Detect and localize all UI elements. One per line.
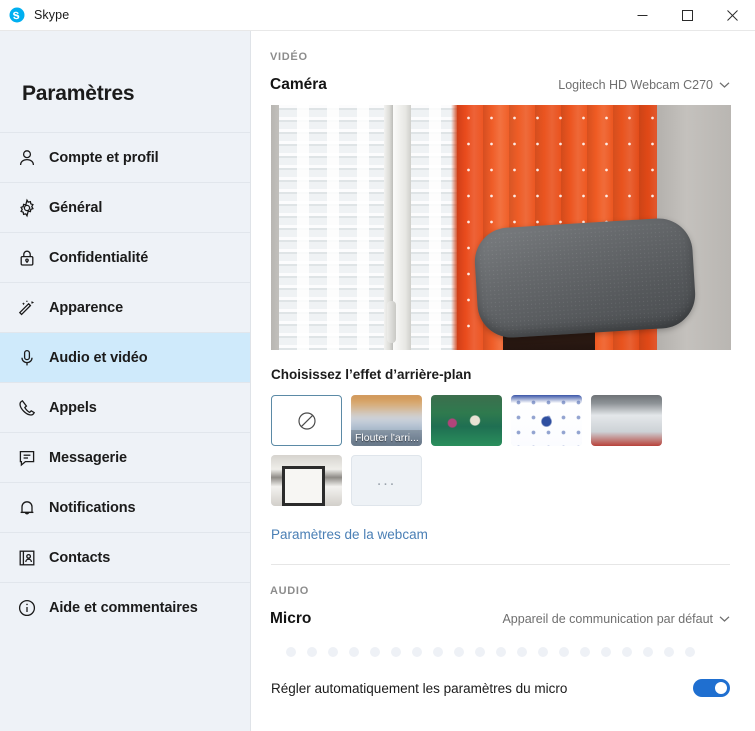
background-option-caption: Flouter l'arri... bbox=[351, 430, 422, 446]
sidebar-item-account[interactable]: Compte et profil bbox=[0, 132, 250, 182]
sidebar-item-calls[interactable]: Appels bbox=[0, 382, 250, 432]
background-option-none[interactable] bbox=[271, 395, 342, 446]
ellipsis-icon: ... bbox=[376, 471, 397, 489]
sidebar-item-label: Appels bbox=[49, 399, 97, 416]
background-image-preview bbox=[431, 395, 502, 446]
sidebar-list: Compte et profil Général Confidentialité bbox=[0, 132, 250, 632]
lock-icon bbox=[14, 245, 40, 271]
sidebar-item-label: Confidentialité bbox=[49, 249, 149, 266]
magic-wand-icon bbox=[14, 295, 40, 321]
gear-icon bbox=[14, 195, 40, 221]
mic-level-dot bbox=[454, 647, 464, 657]
mic-row: Micro Appareil de communication par défa… bbox=[252, 597, 755, 628]
mic-level-dot bbox=[622, 647, 632, 657]
phone-icon bbox=[14, 395, 40, 421]
bell-icon bbox=[14, 495, 40, 521]
mic-level-dot bbox=[664, 647, 674, 657]
mic-select[interactable]: Appareil de communication par défaut bbox=[502, 612, 730, 626]
sidebar-item-privacy[interactable]: Confidentialité bbox=[0, 232, 250, 282]
background-image-preview bbox=[271, 455, 342, 506]
camera-preview bbox=[271, 105, 731, 350]
sidebar-item-audio-video[interactable]: Audio et vidéo bbox=[0, 332, 250, 382]
background-option-blur[interactable]: Flouter l'arri... bbox=[351, 395, 422, 446]
auto-adjust-toggle[interactable] bbox=[693, 679, 730, 697]
sidebar-item-label: Notifications bbox=[49, 499, 136, 516]
mic-level-dot bbox=[538, 647, 548, 657]
auto-adjust-row: Régler automatiquement les paramètres du… bbox=[252, 657, 755, 697]
preview-window-blind-left bbox=[279, 105, 384, 350]
mic-level-dot bbox=[370, 647, 380, 657]
mic-level-dot bbox=[580, 647, 590, 657]
mic-level-dot bbox=[496, 647, 506, 657]
no-effect-icon bbox=[297, 411, 316, 430]
page-title: Paramètres bbox=[22, 82, 135, 105]
chevron-down-icon bbox=[719, 616, 730, 622]
background-image-preview bbox=[591, 395, 662, 446]
toggle-knob bbox=[715, 682, 727, 694]
background-option-image-2[interactable] bbox=[511, 395, 582, 446]
auto-adjust-label: Régler automatiquement les paramètres du… bbox=[271, 680, 568, 696]
background-option-image-3[interactable] bbox=[591, 395, 662, 446]
background-option-image-1[interactable] bbox=[431, 395, 502, 446]
address-book-icon bbox=[14, 545, 40, 571]
sidebar-item-label: Contacts bbox=[49, 549, 111, 566]
sidebar-item-notifications[interactable]: Notifications bbox=[0, 482, 250, 532]
video-section-heading: VIDÉO bbox=[270, 51, 308, 63]
mic-level-dot bbox=[559, 647, 569, 657]
skype-logo-icon bbox=[9, 7, 25, 23]
sidebar-item-contacts[interactable]: Contacts bbox=[0, 532, 250, 582]
mic-level-dot bbox=[307, 647, 317, 657]
background-effects-row-2: ... bbox=[252, 446, 755, 506]
mic-level-dot bbox=[433, 647, 443, 657]
sidebar-item-help[interactable]: Aide et commentaires bbox=[0, 582, 250, 632]
minimize-icon[interactable] bbox=[620, 0, 665, 30]
sidebar-item-label: Messagerie bbox=[49, 449, 127, 466]
window-title: Skype bbox=[34, 8, 70, 22]
chat-bubble-icon bbox=[14, 445, 40, 471]
sidebar-item-label: Apparence bbox=[49, 299, 124, 316]
mic-level-dot bbox=[643, 647, 653, 657]
mic-select-value: Appareil de communication par défaut bbox=[502, 612, 713, 626]
sidebar-item-label: Général bbox=[49, 199, 103, 216]
sidebar-item-label: Compte et profil bbox=[49, 149, 159, 166]
sidebar-item-label: Aide et commentaires bbox=[49, 599, 198, 616]
sidebar-item-messaging[interactable]: Messagerie bbox=[0, 432, 250, 482]
mic-level-dot bbox=[517, 647, 527, 657]
mic-level-dot bbox=[286, 647, 296, 657]
mic-level-dot bbox=[601, 647, 611, 657]
sidebar-item-appearance[interactable]: Apparence bbox=[0, 282, 250, 332]
background-option-image-4[interactable] bbox=[271, 455, 342, 506]
mic-level-dot bbox=[391, 647, 401, 657]
mic-level-dot bbox=[412, 647, 422, 657]
mic-level-dot bbox=[475, 647, 485, 657]
camera-select[interactable]: Logitech HD Webcam C270 bbox=[558, 78, 730, 92]
mic-level-meter bbox=[252, 628, 755, 657]
person-icon bbox=[14, 145, 40, 171]
camera-label: Caméra bbox=[270, 76, 327, 93]
mic-level-dot bbox=[328, 647, 338, 657]
title-bar: Skype bbox=[0, 0, 755, 31]
mic-level-dot bbox=[349, 647, 359, 657]
mic-label: Micro bbox=[270, 610, 312, 627]
background-option-more[interactable]: ... bbox=[351, 455, 422, 506]
info-circle-icon bbox=[14, 595, 40, 621]
background-effects-title: Choisissez l’effet d’arrière-plan bbox=[271, 367, 472, 382]
camera-row: Caméra Logitech HD Webcam C270 bbox=[252, 63, 755, 94]
microphone-icon bbox=[14, 345, 40, 371]
preview-window-handle bbox=[387, 301, 396, 343]
maximize-icon[interactable] bbox=[665, 0, 710, 30]
main-content: VIDÉO Caméra Logitech HD Webcam C270 Cho… bbox=[252, 31, 755, 731]
preview-chair-headrest bbox=[472, 216, 698, 340]
sidebar-item-label: Audio et vidéo bbox=[49, 349, 148, 366]
audio-section-heading: AUDIO bbox=[270, 585, 309, 597]
webcam-settings-link[interactable]: Paramètres de la webcam bbox=[252, 506, 755, 542]
sidebar: Paramètres Compte et profil Général Conf… bbox=[0, 31, 251, 731]
camera-select-value: Logitech HD Webcam C270 bbox=[558, 78, 713, 92]
chevron-down-icon bbox=[719, 82, 730, 88]
mic-level-dot bbox=[685, 647, 695, 657]
background-effects-row-1: Flouter l'arri... bbox=[252, 382, 755, 446]
background-image-preview bbox=[511, 395, 582, 446]
sidebar-item-general[interactable]: Général bbox=[0, 182, 250, 232]
close-icon[interactable] bbox=[710, 0, 755, 30]
